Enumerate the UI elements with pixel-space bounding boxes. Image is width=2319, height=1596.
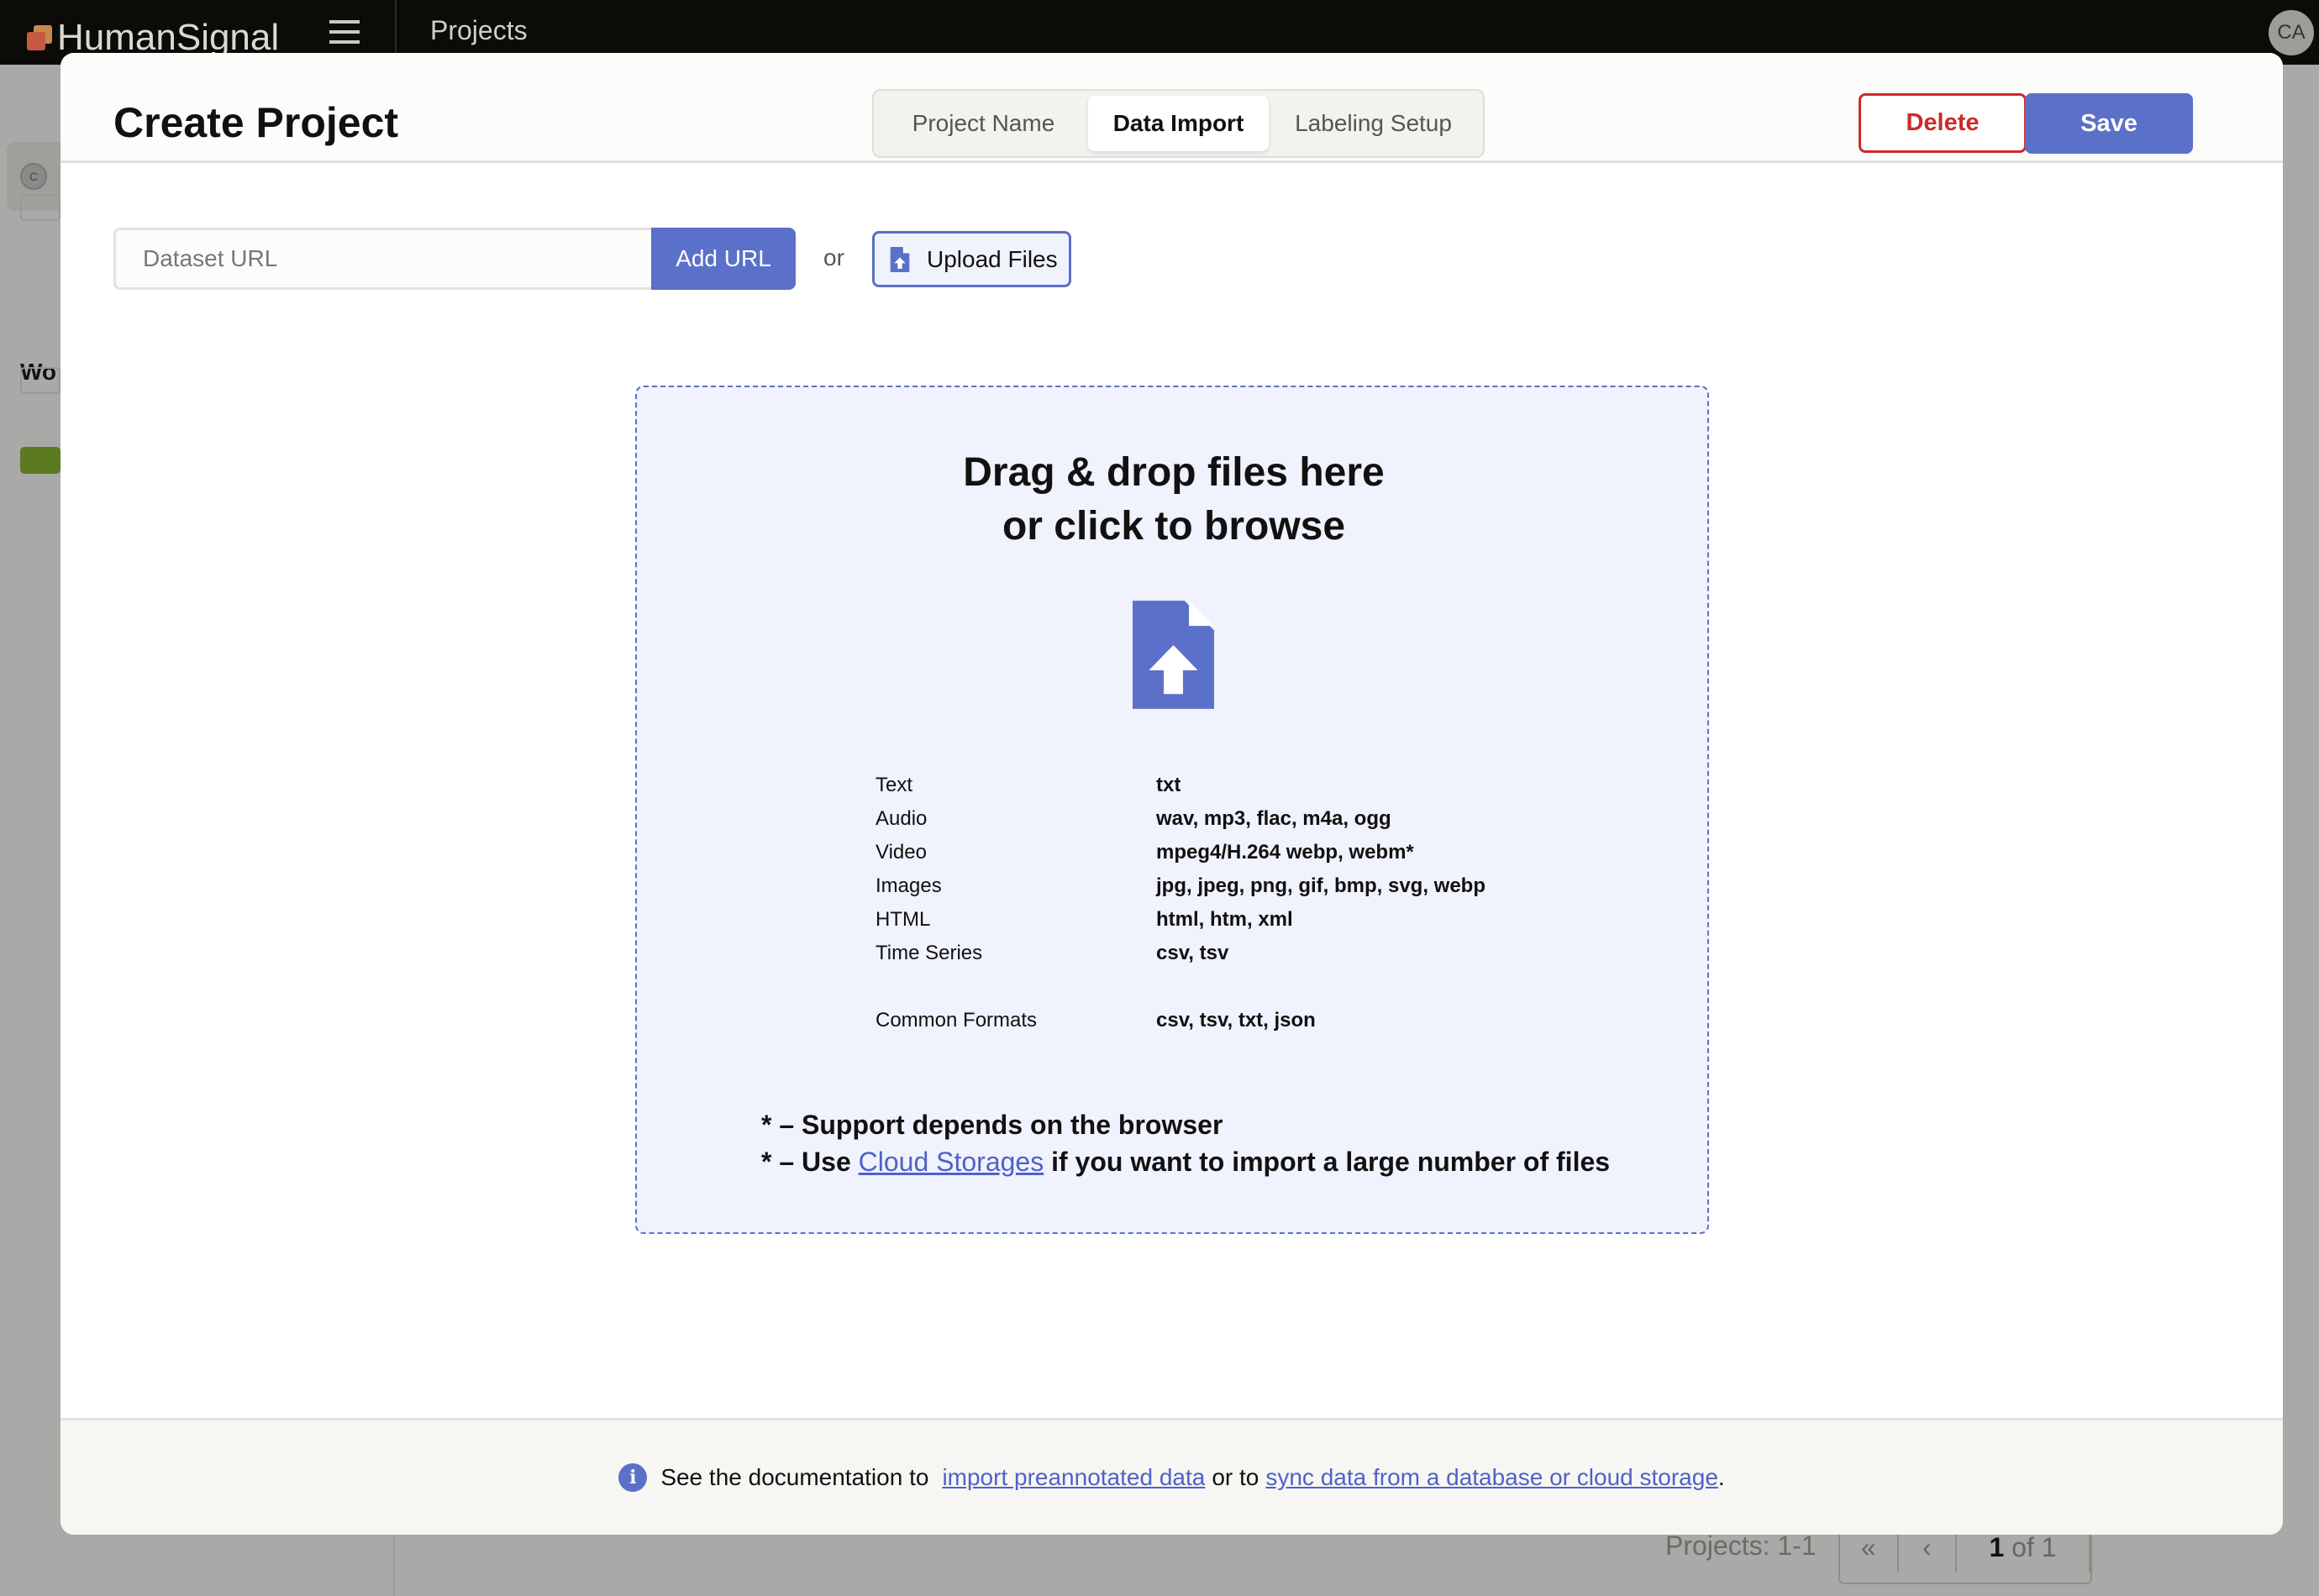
format-extensions: jpg, jpeg, png, gif, bmp, svg, webp	[1156, 874, 1486, 897]
upload-files-button[interactable]: Upload Files	[872, 231, 1071, 287]
workspace-avatar: C	[20, 163, 47, 190]
format-type: Images	[876, 874, 942, 897]
footer-text: or to	[1212, 1464, 1259, 1490]
tab-labeling-setup[interactable]: Labeling Setup	[1269, 96, 1478, 151]
tab-data-import[interactable]: Data Import	[1087, 96, 1270, 151]
sync-data-link[interactable]: sync data from a database or cloud stora…	[1265, 1464, 1718, 1490]
format-type: Common Formats	[876, 1009, 1038, 1032]
format-extensions: wav, mp3, flac, m4a, ogg	[1156, 807, 1391, 830]
save-button[interactable]: Save	[2025, 93, 2193, 154]
menu-icon[interactable]	[329, 20, 360, 44]
modal-header: Create Project Project Name Data Import …	[60, 53, 2283, 163]
note-text: * – Use	[761, 1147, 859, 1177]
format-row: Time Series csv, tsv	[876, 937, 1486, 970]
dropzone-heading: Drag & drop files here or click to brows…	[637, 446, 1711, 554]
folder-icon[interactable]	[20, 447, 60, 474]
avatar[interactable]: CA	[2269, 10, 2314, 55]
upload-files-label: Upload Files	[927, 245, 1058, 272]
format-type: Audio	[876, 807, 928, 830]
step-tabs: Project Name Data Import Labeling Setup	[872, 89, 1485, 158]
file-upload-icon	[1133, 601, 1214, 709]
format-row: Images jpg, jpeg, png, gif, bmp, svg, web…	[876, 869, 1486, 903]
dropzone-line-2: or click to browse	[1002, 504, 1346, 549]
cloud-storages-link[interactable]: Cloud Storages	[859, 1147, 1044, 1177]
import-preannotated-link[interactable]: import preannotated data	[942, 1464, 1205, 1491]
note-text: if you want to import a large number of …	[1044, 1147, 1611, 1177]
dataset-url-input[interactable]	[113, 228, 651, 290]
page-total: of 1	[2011, 1531, 2057, 1562]
format-type: HTML	[876, 908, 931, 931]
dropzone-notes: * – Support depends on the browser * – U…	[761, 1106, 1610, 1180]
format-extensions: csv, tsv	[1156, 942, 1229, 964]
format-row: Text txt	[876, 769, 1486, 802]
format-extensions: txt	[1156, 774, 1181, 796]
format-type: Text	[876, 774, 913, 796]
modal-footer: i See the documentation to import preann…	[60, 1418, 2283, 1535]
page-title: Create Project	[113, 99, 399, 146]
footer-text: See the documentation to	[660, 1464, 929, 1490]
breadcrumb[interactable]: Projects	[430, 15, 528, 46]
footer-text: .	[1717, 1464, 1725, 1490]
format-row: Common Formats csv, tsv, txt, json	[876, 1004, 1486, 1037]
dropzone-line-1: Drag & drop files here	[963, 450, 1385, 495]
projects-count: Projects: 1-1	[1665, 1530, 1817, 1561]
logo-icon	[27, 25, 52, 50]
or-label: or	[823, 244, 844, 270]
cloud-storage-note: * – Use Cloud Storages if you want to im…	[761, 1143, 1610, 1180]
format-type: Video	[876, 841, 927, 864]
format-row: Audio wav, mp3, flac, m4a, ogg	[876, 802, 1486, 836]
supported-formats-table: Text txt Audio wav, mp3, flac, m4a, ogg Vi…	[876, 769, 1486, 1037]
folder-icon[interactable]	[20, 194, 60, 221]
folder-icon[interactable]	[20, 367, 60, 394]
file-upload-icon	[890, 246, 910, 272]
page-current: 1	[1989, 1531, 2005, 1562]
format-row: HTML html, htm, xml	[876, 903, 1486, 937]
format-extensions: mpeg4/H.264 webp, webm*	[1156, 841, 1414, 864]
format-row: Video mpeg4/H.264 webp, webm*	[876, 836, 1486, 869]
info-icon: i	[618, 1463, 648, 1492]
format-type: Time Series	[876, 942, 983, 964]
browser-support-note: * – Support depends on the browser	[761, 1110, 1223, 1140]
tab-project-name[interactable]: Project Name	[879, 96, 1088, 151]
format-extensions: html, htm, xml	[1156, 908, 1293, 931]
dropzone[interactable]: Drag & drop files here or click to brows…	[635, 386, 1709, 1234]
add-url-button[interactable]: Add URL	[651, 228, 796, 290]
delete-button[interactable]: Delete	[1859, 93, 2027, 153]
create-project-modal: Create Project Project Name Data Import …	[60, 53, 2283, 1535]
format-extensions: csv, tsv, txt, json	[1156, 1009, 1316, 1032]
